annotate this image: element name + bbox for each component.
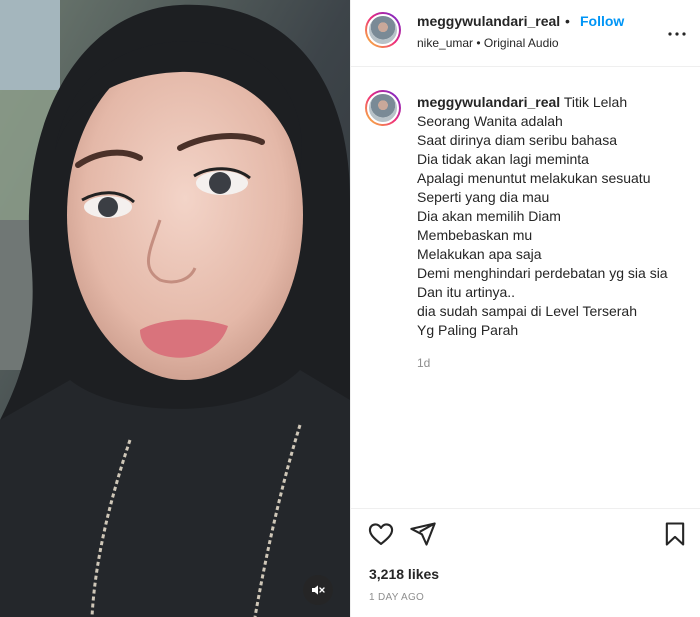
post-media[interactable] <box>0 0 350 617</box>
caption: meggywulandari_real Titik Lelah Seorang … <box>417 93 687 340</box>
caption-line: Demi menghindari perdebatan yg sia sia <box>417 265 668 281</box>
likes-count[interactable]: 3,218 likes <box>369 566 439 582</box>
caption-line: Yg Paling Parah <box>417 322 519 338</box>
post-sidebar: meggywulandari_real • Follow nike_umar •… <box>350 0 700 617</box>
mute-button[interactable] <box>303 575 333 605</box>
audio-attribution[interactable]: nike_umar • Original Audio <box>417 36 559 50</box>
heart-icon[interactable] <box>367 520 395 548</box>
video-frame <box>0 0 350 617</box>
caption-line: Titik Lelah <box>563 94 628 110</box>
separator-dot: • <box>565 13 570 29</box>
author-username[interactable]: meggywulandari_real <box>417 13 560 29</box>
post-date[interactable]: 1 DAY AGO <box>369 592 424 603</box>
muted-speaker-icon <box>312 585 325 595</box>
more-options-icon[interactable] <box>665 22 689 46</box>
caption-line: Membebaskan mu <box>417 227 533 243</box>
caption-line: Dan itu artinya.. <box>417 284 516 300</box>
author-avatar[interactable] <box>365 12 401 48</box>
bookmark-icon[interactable] <box>661 520 689 548</box>
caption-line: Seorang Wanita adalah <box>417 113 563 129</box>
caption-avatar[interactable] <box>365 90 401 126</box>
caption-line: Seperti yang dia mau <box>417 189 550 205</box>
caption-line: Saat dirinya diam seribu bahasa <box>417 132 618 148</box>
caption-line: Apalagi menuntut melakukan sesuatu <box>417 170 651 186</box>
caption-line: Dia akan memilih Diam <box>417 208 561 224</box>
caption-line: dia sudah sampai di Level Terserah <box>417 303 637 319</box>
post-header: meggywulandari_real • Follow nike_umar •… <box>351 0 700 67</box>
share-icon[interactable] <box>409 520 437 548</box>
actions-divider <box>351 508 700 510</box>
caption-username[interactable]: meggywulandari_real <box>417 94 560 110</box>
caption-line: Dia tidak akan lagi meminta <box>417 151 589 167</box>
caption-timestamp[interactable]: 1d <box>417 356 430 370</box>
caption-line: Melakukan apa saja <box>417 246 542 262</box>
follow-button[interactable]: Follow <box>580 13 624 29</box>
